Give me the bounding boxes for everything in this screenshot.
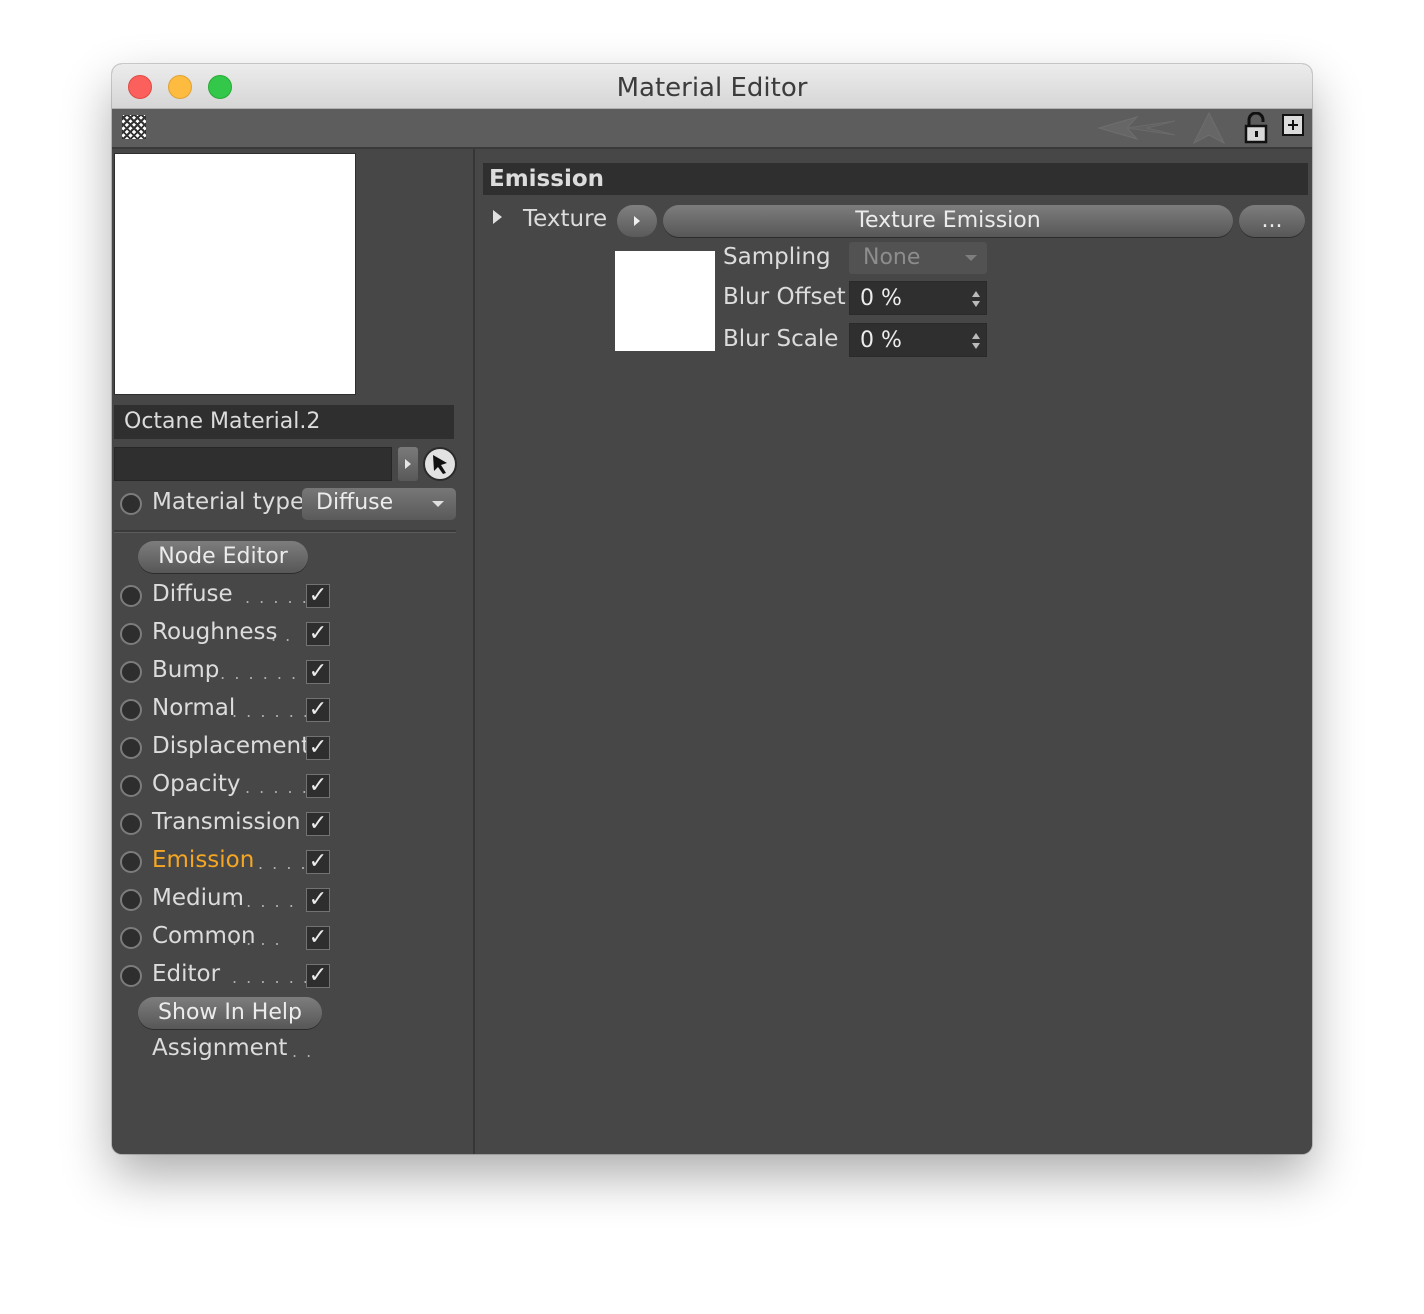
channel-label-transmission[interactable]: Transmission (152, 809, 301, 835)
channel-radio-emission[interactable] (120, 851, 142, 873)
channel-dots-normal: . . . . . . (232, 702, 310, 721)
blur-scale-field[interactable]: 0 % (849, 323, 987, 357)
channel-checkbox-bump[interactable]: ✓ (306, 660, 330, 684)
channel-dots-roughness: . . (271, 626, 293, 645)
material-type-dropdown[interactable]: Diffuse (302, 488, 456, 520)
up-arrow-icon[interactable] (1192, 111, 1226, 145)
pick-cursor-icon[interactable] (423, 447, 457, 481)
channel-label-diffuse[interactable]: Diffuse (152, 581, 233, 607)
material-name-field[interactable]: Octane Material.2 (114, 405, 454, 439)
blur-offset-label: Blur Offset (723, 284, 846, 310)
texture-expand-triangle[interactable] (493, 210, 502, 224)
material-link-field[interactable] (114, 447, 392, 481)
channel-radio-normal[interactable] (120, 699, 142, 721)
channel-checkbox-diffuse[interactable]: ✓ (306, 584, 330, 608)
channel-dots-bump: . . . . . . . (206, 664, 299, 683)
material-type-label: Material type (152, 489, 305, 515)
channel-checkbox-roughness[interactable]: ✓ (306, 622, 330, 646)
channel-dots-medium: . . . . . (232, 892, 296, 911)
material-editor-window: Material Editor Octane Material.2 Materi… (112, 64, 1312, 1154)
channel-dots-opacity: . . . . . (245, 778, 309, 797)
texture-emission-button[interactable]: Texture Emission (663, 205, 1233, 237)
attributes-panel: Emission Texture Texture Emission ... Sa… (475, 149, 1312, 1154)
more-options-button[interactable]: ... (1239, 205, 1305, 237)
channel-label-medium[interactable]: Medium (152, 885, 244, 911)
blur-scale-value: 0 % (860, 328, 902, 353)
blur-scale-label: Blur Scale (723, 326, 839, 352)
channel-dots-emission: . . . . (258, 854, 308, 873)
channel-radio-editor[interactable] (120, 965, 142, 987)
node-editor-button[interactable]: Node Editor (138, 541, 308, 573)
blur-offset-stepper-icon[interactable] (972, 291, 981, 307)
sampling-dropdown[interactable]: None (849, 242, 987, 274)
grid-menu-icon[interactable] (122, 115, 146, 139)
texture-shader-arrow-button[interactable] (617, 205, 657, 237)
channel-label-emission[interactable]: Emission (152, 847, 254, 873)
new-window-icon[interactable] (1282, 114, 1304, 136)
title-bar: Material Editor (112, 64, 1312, 109)
texture-preview-swatch (615, 251, 715, 351)
channel-radio-diffuse[interactable] (120, 585, 142, 607)
channel-radio-displacement[interactable] (120, 737, 142, 759)
sampling-label: Sampling (723, 244, 831, 270)
channel-checkbox-emission[interactable]: ✓ (306, 850, 330, 874)
channel-checkbox-normal[interactable]: ✓ (306, 698, 330, 722)
channel-radio-bump[interactable] (120, 661, 142, 683)
texture-label: Texture (523, 206, 608, 232)
lock-icon[interactable] (1242, 112, 1272, 144)
channel-checkbox-medium[interactable]: ✓ (306, 888, 330, 912)
material-type-radio[interactable] (120, 493, 142, 515)
blur-offset-value: 0 % (860, 286, 902, 311)
channel-radio-transmission[interactable] (120, 813, 142, 835)
channel-checkbox-common[interactable]: ✓ (306, 926, 330, 950)
toolbar (112, 109, 1312, 149)
channel-label-normal[interactable]: Normal (152, 695, 235, 721)
assignment-dots: . . (292, 1042, 314, 1061)
material-preview[interactable] (114, 153, 356, 395)
back-arrow-icon[interactable] (1097, 115, 1177, 141)
channel-checkbox-displacement[interactable]: ✓ (306, 736, 330, 760)
channel-label-opacity[interactable]: Opacity (152, 771, 240, 797)
show-in-help-button[interactable]: Show In Help (138, 997, 322, 1029)
channel-dots-common: . . . . (232, 930, 282, 949)
channel-label-displacement[interactable]: Displacement (152, 733, 310, 759)
separator (114, 530, 456, 533)
link-arrow-button[interactable] (398, 447, 418, 481)
channel-label-editor[interactable]: Editor (152, 961, 220, 987)
assignment-label[interactable]: Assignment (152, 1035, 287, 1061)
channel-checkbox-transmission[interactable]: ✓ (306, 812, 330, 836)
window-title: Material Editor (616, 73, 808, 103)
channel-radio-common[interactable] (120, 927, 142, 949)
blur-scale-stepper-icon[interactable] (972, 333, 981, 349)
channel-checkbox-editor[interactable]: ✓ (306, 964, 330, 988)
channel-radio-medium[interactable] (120, 889, 142, 911)
channel-radio-roughness[interactable] (120, 623, 142, 645)
channel-radio-opacity[interactable] (120, 775, 142, 797)
channel-label-roughness[interactable]: Roughness (152, 619, 277, 645)
channel-checkbox-opacity[interactable]: ✓ (306, 774, 330, 798)
blur-offset-field[interactable]: 0 % (849, 281, 987, 315)
left-panel: Octane Material.2 Material type Diffuse … (112, 149, 473, 1154)
emission-section-header: Emission (483, 163, 1308, 195)
